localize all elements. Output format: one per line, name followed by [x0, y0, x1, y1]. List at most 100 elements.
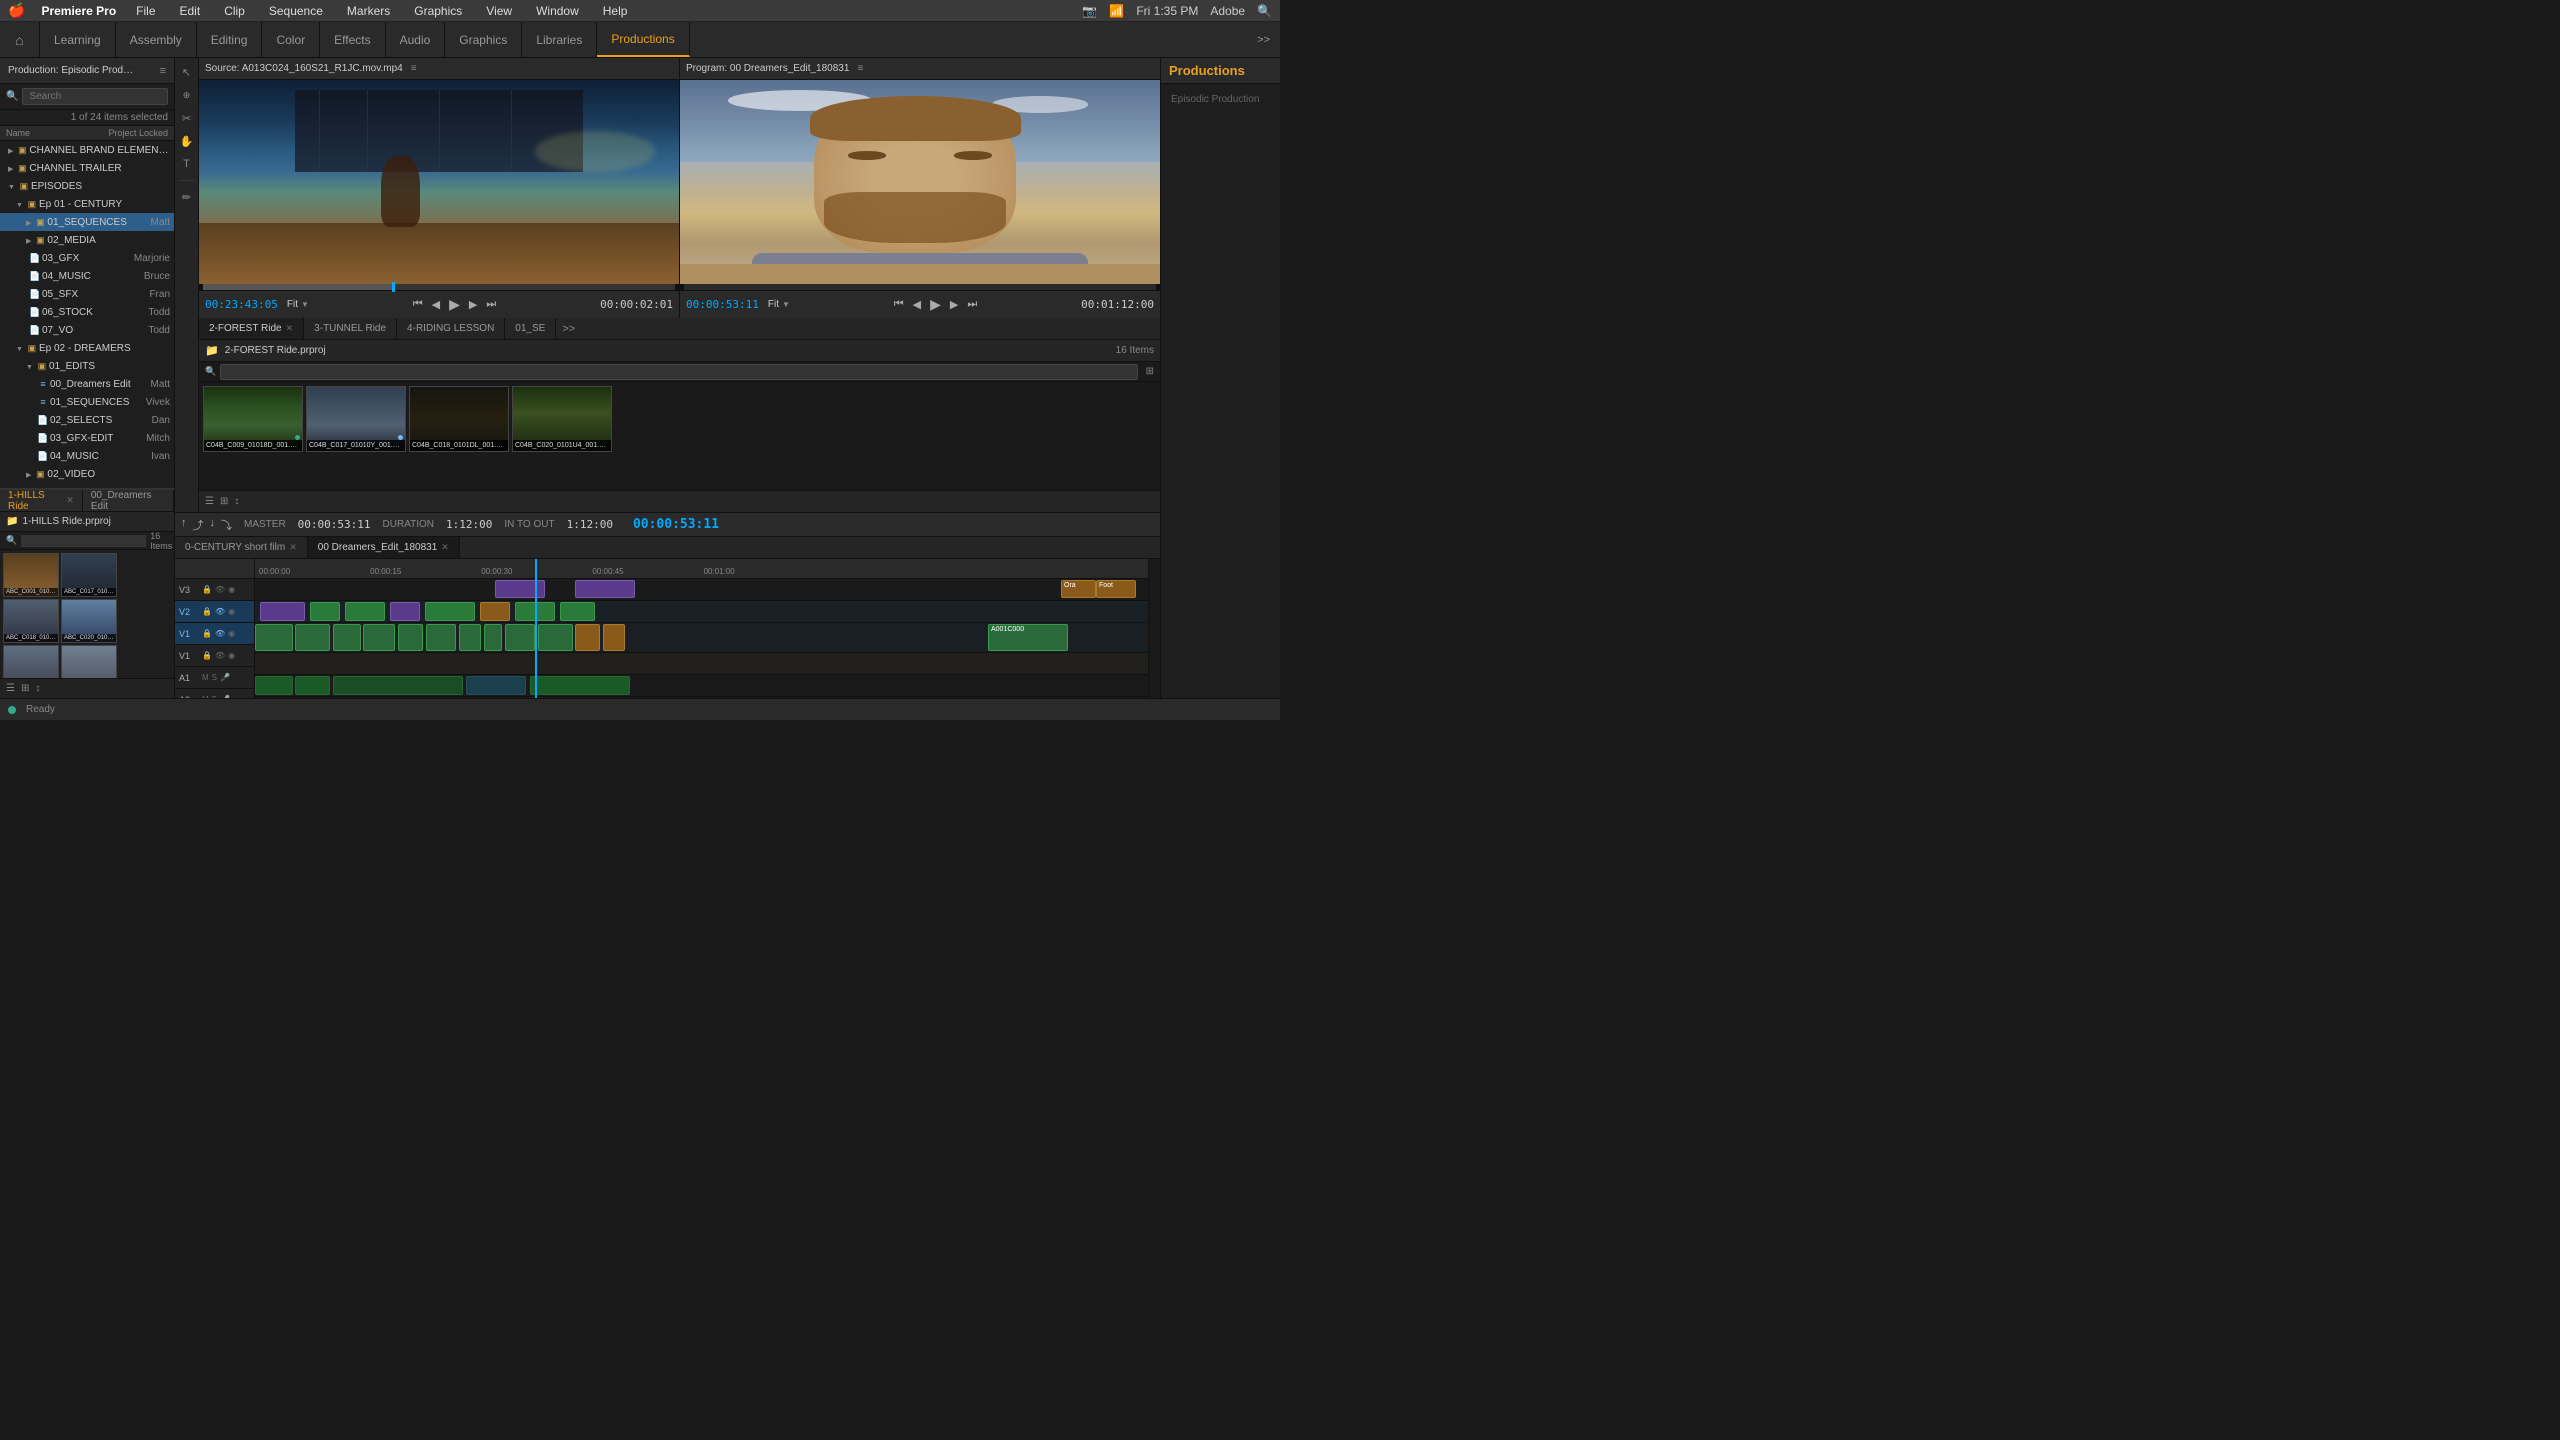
- clip-v3-1[interactable]: [495, 580, 545, 598]
- menu-markers[interactable]: Markers: [343, 2, 394, 20]
- menu-file[interactable]: File: [132, 2, 159, 20]
- tab-audio[interactable]: Audio: [386, 22, 446, 57]
- program-fit[interactable]: Fit: [768, 299, 779, 310]
- clip-v2-3[interactable]: [345, 602, 385, 621]
- ffwd-btn[interactable]: ⏭: [483, 296, 499, 313]
- clip-v3-2[interactable]: [575, 580, 635, 598]
- track-lock-v1[interactable]: 🔒: [202, 629, 212, 638]
- tab-close-icon[interactable]: ✕: [286, 323, 294, 334]
- pen-tool[interactable]: ✏: [177, 187, 197, 207]
- tab-3-tunnel-ride[interactable]: 3-TUNNEL Ride: [304, 318, 397, 339]
- workspace-home-button[interactable]: ⌂: [0, 22, 40, 57]
- bins-thumb-6[interactable]: ABC_C022_0101K_001.mp4: [61, 645, 117, 678]
- track-solo-v2[interactable]: ◉: [228, 607, 235, 616]
- track-mute-a1[interactable]: 🎤: [220, 673, 230, 682]
- tree-ep01[interactable]: ▣ Ep 01 - CENTURY: [0, 195, 174, 213]
- tab-4-riding-lesson[interactable]: 4-RIDING LESSON: [397, 318, 505, 339]
- lift-icon[interactable]: ↑: [181, 517, 187, 533]
- menu-view[interactable]: View: [482, 2, 516, 20]
- tab-libraries[interactable]: Libraries: [522, 22, 597, 57]
- tree-dreamers-edit[interactable]: ≡ 00_Dreamers Edit Matt: [0, 375, 174, 393]
- tree-01-edits-ep02[interactable]: ▣ 01_EDITS: [0, 357, 174, 375]
- clip-v2-8[interactable]: [560, 602, 595, 621]
- bins-thumb-2[interactable]: ABC_C017_0101Y_001.mp4: [61, 553, 117, 597]
- tree-04-music-ep02[interactable]: 📄 04_MUSIC Ivan: [0, 447, 174, 465]
- bins-search-input[interactable]: [21, 535, 146, 547]
- clip-v1a-9[interactable]: [505, 624, 535, 651]
- clip-a1-1[interactable]: [255, 676, 293, 695]
- prog-ffwd-btn[interactable]: ⏭: [964, 296, 980, 313]
- track-lock-v2[interactable]: 🔒: [202, 607, 212, 616]
- tab-assembly[interactable]: Assembly: [116, 22, 197, 57]
- bins-icon-view[interactable]: ⊞: [21, 683, 29, 694]
- hand-tool[interactable]: ✋: [177, 131, 197, 151]
- menu-window[interactable]: Window: [532, 2, 583, 20]
- bins-thumb-1[interactable]: ABC_C001_0101BD_001.mp4: [3, 553, 59, 597]
- tree-02-video-ep02[interactable]: ▣ 02_VIDEO: [0, 465, 174, 483]
- tree-03-gfx-edit-ep02[interactable]: 📄 03_GFX-EDIT Mitch: [0, 429, 174, 447]
- track-s-a1[interactable]: S: [212, 673, 217, 682]
- extract-icon[interactable]: ⤴: [193, 517, 204, 533]
- menu-clip[interactable]: Clip: [220, 2, 249, 20]
- search-icon[interactable]: 🔍: [1257, 4, 1272, 18]
- track-solo-v1b[interactable]: ◉: [228, 651, 235, 660]
- bins-thumb-4[interactable]: ABC_C020_0101A_001.mp4: [61, 599, 117, 643]
- bins-list-view[interactable]: ☰: [6, 683, 15, 694]
- prog-play-btn[interactable]: ▶: [927, 294, 944, 315]
- source-timebar[interactable]: [203, 284, 675, 290]
- tab-2-forest-ride[interactable]: 2-FOREST Ride ✕: [199, 318, 304, 339]
- media-thumb-1[interactable]: C04B_C009_01018D_001.mp4: [203, 386, 303, 452]
- tree-04-music-ep01[interactable]: 📄 04_MUSIC Bruce: [0, 267, 174, 285]
- play-btn[interactable]: ▶: [446, 294, 463, 315]
- tab-productions[interactable]: Productions: [597, 22, 689, 57]
- icon-view-btn[interactable]: ⊞: [220, 496, 228, 507]
- tree-06-stock-ep01[interactable]: 📄 06_STOCK Todd: [0, 303, 174, 321]
- media-thumb-4[interactable]: C04B_C020_0101U4_001.mp4: [512, 386, 612, 452]
- tree-ep02[interactable]: ▣ Ep 02 - DREAMERS: [0, 339, 174, 357]
- list-view-btn[interactable]: ☰: [205, 496, 214, 507]
- clip-v1a-13[interactable]: A001C000: [988, 624, 1068, 651]
- zoom-tool[interactable]: ⊕: [177, 85, 197, 105]
- media-thumb-3[interactable]: C04B_C018_0101DL_001.mp4: [409, 386, 509, 452]
- workspace-tabs-more[interactable]: >>: [1247, 34, 1280, 46]
- prog-rewind-btn[interactable]: ⏮: [891, 296, 907, 313]
- bins-sort[interactable]: ↕: [35, 683, 40, 694]
- clip-v1a-8[interactable]: [484, 624, 502, 651]
- bins-tab-hills[interactable]: 1-HILLS Ride ✕: [0, 490, 83, 511]
- clip-v1a-1[interactable]: [255, 624, 293, 651]
- clip-a1-4[interactable]: [466, 676, 526, 695]
- clip-v1a-10[interactable]: [538, 624, 573, 651]
- tree-03-gfx-ep01[interactable]: 📄 03_GFX Marjorie: [0, 249, 174, 267]
- media-search-input[interactable]: [220, 364, 1137, 380]
- tree-01-sequences-ep02[interactable]: ≡ 01_SEQUENCES Vivek: [0, 393, 174, 411]
- project-search-input[interactable]: [22, 88, 168, 105]
- media-thumb-2[interactable]: C04B_C017_01010Y_001.mp4: [306, 386, 406, 452]
- track-lock-v3[interactable]: 🔒: [202, 585, 212, 594]
- tab-close-icon[interactable]: ✕: [289, 542, 297, 553]
- sort-btn[interactable]: ↕: [234, 496, 239, 507]
- tabs-more-icon[interactable]: >>: [556, 323, 581, 335]
- tab-01-se[interactable]: 01_SE: [505, 318, 556, 339]
- clip-a1-5[interactable]: [530, 676, 630, 695]
- clip-v1a-2[interactable]: [295, 624, 330, 651]
- timeline-scrollbar[interactable]: [1148, 559, 1160, 698]
- tab-learning[interactable]: Learning: [40, 22, 116, 57]
- bins-thumb-3[interactable]: ABC_C018_0101B_001.mp4: [3, 599, 59, 643]
- rewind-btn[interactable]: ⏮: [410, 296, 426, 313]
- clip-v2-5[interactable]: [425, 602, 475, 621]
- track-eye-v3[interactable]: 👁: [215, 585, 225, 594]
- clip-v1a-4[interactable]: [363, 624, 395, 651]
- overwrite-icon[interactable]: ⤵: [221, 517, 232, 533]
- tree-01-sequences-ep01[interactable]: ▣ 01_SEQUENCES Matt: [0, 213, 174, 231]
- program-fit-dropdown-icon[interactable]: ▼: [782, 300, 790, 309]
- tab-close-icon[interactable]: ✕: [441, 542, 449, 553]
- menu-edit[interactable]: Edit: [176, 2, 205, 20]
- media-view-toggle[interactable]: ⊞: [1146, 366, 1154, 377]
- clip-a1-2[interactable]: [295, 676, 330, 695]
- clip-v2-7[interactable]: [515, 602, 555, 621]
- clip-v1a-7[interactable]: [459, 624, 481, 651]
- clip-v2-1[interactable]: [260, 602, 305, 621]
- clip-a1-3[interactable]: [333, 676, 463, 695]
- track-lock-v1b[interactable]: 🔒: [202, 651, 212, 660]
- clip-v3-ora[interactable]: Ora: [1061, 580, 1096, 598]
